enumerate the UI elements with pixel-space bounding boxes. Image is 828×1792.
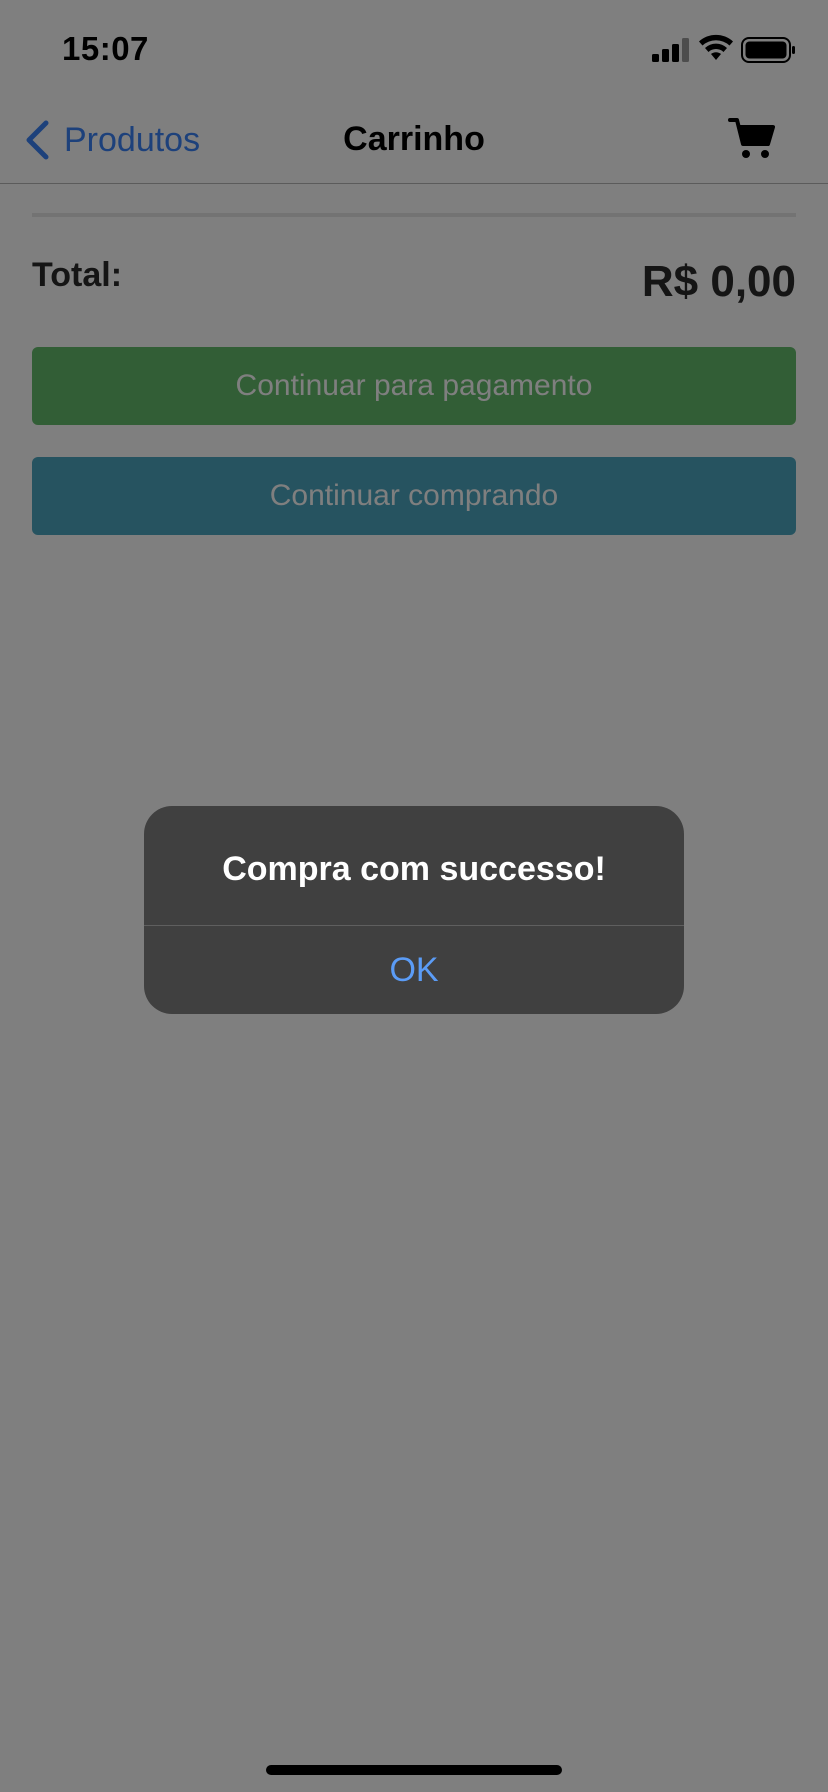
alert-title: Compra com successo! [222,850,606,888]
success-alert: Compra com successo! OK [144,806,684,1014]
home-indicator[interactable] [266,1765,562,1775]
ok-button[interactable]: OK [144,926,684,1014]
